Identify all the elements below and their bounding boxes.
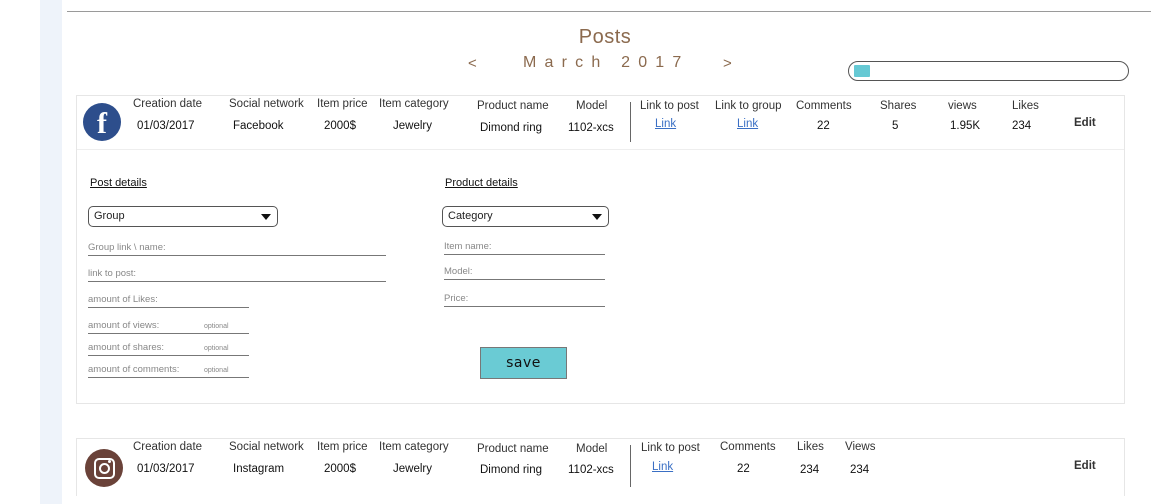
value-likes: 234 <box>1012 120 1032 132</box>
item-name-label: Item name: <box>444 241 492 252</box>
value-creation-date: 01/03/2017 <box>137 120 195 132</box>
value-creation-date: 01/03/2017 <box>137 463 195 475</box>
header-model: Model <box>576 100 608 112</box>
top-divider <box>67 11 1151 12</box>
header-creation-date: Creation date <box>133 98 203 110</box>
likes-amount-field[interactable]: amount of Likes: <box>88 294 249 308</box>
chevron-down-icon <box>261 214 271 220</box>
group-link-field[interactable]: Group link \ name: <box>88 242 386 256</box>
header-product-name: Product name <box>477 443 549 455</box>
value-comments: 22 <box>817 120 830 132</box>
value-likes: 234 <box>800 464 820 476</box>
month-label: March 2017 <box>523 54 690 71</box>
model-field[interactable]: Model: <box>444 266 605 280</box>
header-product-name: Product name <box>477 100 549 112</box>
group-link-label: Group link \ name: <box>88 242 166 253</box>
next-month-button[interactable]: > <box>723 55 732 72</box>
header-social-network: Social network <box>229 98 304 110</box>
header-model: Model <box>576 443 608 455</box>
header-item-price: Item price <box>317 98 368 110</box>
header-item-price: Item price <box>317 441 368 453</box>
value-views: 234 <box>850 464 870 476</box>
value-model: 1102-xcs <box>568 122 614 134</box>
header-link-to-post: Link to post <box>640 100 699 112</box>
previous-month-button[interactable]: < <box>468 55 477 72</box>
likes-amount-label: amount of Likes: <box>88 294 158 305</box>
optional-label: optional <box>204 323 229 330</box>
chevron-down-icon <box>592 214 602 220</box>
optional-label: optional <box>204 345 229 352</box>
header-comments: Comments <box>720 441 776 453</box>
value-item-category: Jewelry <box>393 120 432 132</box>
post-card-instagram: Creation date 01/03/2017 Social network … <box>76 438 1125 496</box>
value-product-name: Dimond ring <box>480 122 542 134</box>
link-to-post-field[interactable]: link to post: <box>88 268 386 282</box>
left-margin <box>0 0 40 504</box>
category-select[interactable]: Category <box>442 206 609 227</box>
header-likes: Likes <box>797 441 824 453</box>
edit-post-button[interactable]: Edit <box>1074 460 1096 472</box>
group-select-value: Group <box>94 210 125 222</box>
post-card-facebook: f Creation date 01/03/2017 Social networ… <box>76 95 1125 404</box>
header-item-category: Item category <box>379 98 449 110</box>
header-link-to-group: Link to group <box>715 100 782 112</box>
shares-amount-field[interactable]: amount of shares: optional <box>88 342 249 356</box>
comments-amount-label: amount of comments: <box>88 364 180 375</box>
link-to-post[interactable]: Link <box>655 118 676 130</box>
facebook-icon: f <box>83 103 121 141</box>
page-title: Posts <box>578 26 632 48</box>
instagram-icon <box>85 449 123 487</box>
column-separator <box>630 102 631 142</box>
price-field[interactable]: Price: <box>444 293 605 307</box>
header-shares: Shares <box>880 100 917 112</box>
header-likes: Likes <box>1012 100 1039 112</box>
link-to-group[interactable]: Link <box>737 118 758 130</box>
progress-bar <box>848 61 1129 81</box>
optional-label: optional <box>204 367 229 374</box>
link-to-post[interactable]: Link <box>652 461 673 473</box>
views-amount-label: amount of views: <box>88 320 160 331</box>
value-model: 1102-xcs <box>568 464 614 476</box>
value-social-network: Facebook <box>233 120 284 132</box>
header-views: Views <box>845 441 876 453</box>
header-creation-date: Creation date <box>133 441 203 453</box>
save-button[interactable]: save <box>480 347 567 379</box>
value-item-price: 2000$ <box>324 120 356 132</box>
model-label: Model: <box>444 266 473 277</box>
price-label: Price: <box>444 293 469 304</box>
category-select-value: Category <box>448 210 493 222</box>
comments-amount-field[interactable]: amount of comments: optional <box>88 364 249 378</box>
header-comments: Comments <box>796 100 852 112</box>
edit-post-button[interactable]: Edit <box>1074 117 1096 129</box>
header-item-category: Item category <box>379 441 449 453</box>
progress-fill <box>854 65 870 77</box>
value-social-network: Instagram <box>233 463 285 475</box>
row-divider <box>77 149 1124 150</box>
group-select[interactable]: Group <box>88 206 278 227</box>
header-link-to-post: Link to post <box>641 442 700 454</box>
views-amount-field[interactable]: amount of views: optional <box>88 320 249 334</box>
link-to-post-label: link to post: <box>88 268 137 279</box>
item-name-field[interactable]: Item name: <box>444 241 605 255</box>
left-side-strip <box>40 0 62 504</box>
value-comments: 22 <box>737 463 750 475</box>
product-details-heading: Product details <box>445 177 518 189</box>
value-item-category: Jewelry <box>393 463 432 475</box>
shares-amount-label: amount of shares: <box>88 342 165 353</box>
value-product-name: Dimond ring <box>480 464 542 476</box>
header-social-network: Social network <box>229 441 304 453</box>
header-views: views <box>948 100 977 112</box>
value-item-price: 2000$ <box>324 463 356 475</box>
value-shares: 5 <box>892 120 899 132</box>
value-views: 1.95K <box>950 120 981 132</box>
post-details-heading: Post details <box>90 177 147 189</box>
column-separator <box>630 445 631 487</box>
